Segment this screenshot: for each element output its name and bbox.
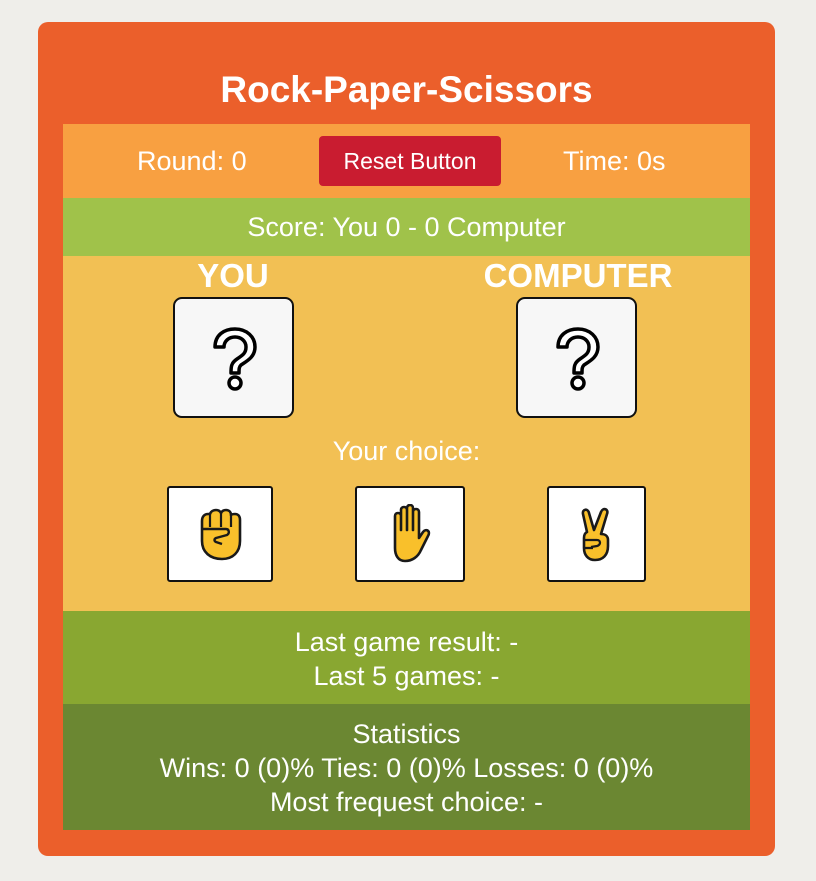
your-choice-label: Your choice: [332,436,481,466]
victory-hand-icon [581,507,609,562]
result-bar: Last game result: - Last 5 games: - [63,611,750,704]
question-mark-icon [213,327,257,391]
top-bar: Round: 0 Reset Button Time: 0s [63,124,750,198]
you-hand-display [173,297,294,418]
round-counter: Round: 0 [137,146,247,176]
scissors-button[interactable] [547,486,646,582]
time-counter: Time: 0s [563,146,666,176]
page-title: Rock-Paper-Scissors [220,69,593,110]
question-mark-icon [556,327,600,391]
most-frequent-choice: Most frequest choice: - [269,787,544,817]
rock-button[interactable] [167,486,273,582]
paper-button[interactable] [355,486,465,582]
statistics-summary: Wins: 0 (0)% Ties: 0 (0)% Losses: 0 (0)% [159,753,654,783]
statistics-panel: Statistics Wins: 0 (0)% Ties: 0 (0)% Los… [63,704,750,830]
reset-button[interactable]: Reset Button [319,136,501,186]
raised-hand-icon [393,504,431,563]
computer-hand-display [516,297,637,418]
score-bar: Score: You 0 - 0 Computer [63,198,750,256]
play-area: YOU COMPUTER Your choice: [63,256,750,611]
statistics-heading: Statistics [352,719,461,749]
computer-label: COMPUTER [483,257,673,294]
you-label: YOU [197,257,269,294]
last-game-result: Last game result: - [294,627,519,657]
raised-fist-icon [200,508,242,561]
last-five-games: Last 5 games: - [313,661,500,691]
game-card: Rock-Paper-Scissors Round: 0 Reset Butto… [38,22,775,856]
